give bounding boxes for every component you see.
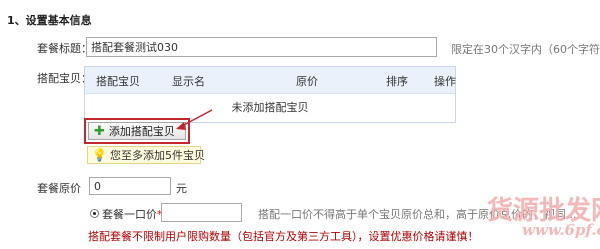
warning-text: 搭配套餐不限制用户限购数量（包括官方及第三方工具），设置优惠价格请谨慎！ bbox=[88, 230, 479, 243]
column-header-display-name: 显示名 bbox=[172, 75, 205, 88]
watermark-url: www.6pf.cn bbox=[522, 221, 600, 239]
fixed-price-label-text: 套餐一口价 bbox=[102, 208, 157, 221]
fixed-price-input[interactable] bbox=[161, 203, 242, 222]
items-table: 搭配宝贝 显示名 原价 排序 操作 未添加搭配宝贝 bbox=[84, 66, 456, 123]
items-empty-text: 未添加搭配宝贝 bbox=[231, 101, 309, 114]
column-header-price: 原价 bbox=[296, 75, 318, 88]
column-header-action: 操作 bbox=[434, 75, 456, 88]
original-price-input[interactable] bbox=[89, 177, 171, 195]
original-price-unit: 元 bbox=[176, 182, 187, 195]
add-item-button-label: 添加搭配宝贝 bbox=[108, 125, 175, 138]
add-item-button[interactable]: ✚ 添加搭配宝贝 bbox=[88, 122, 186, 140]
fixed-price-label: 套餐一口价* bbox=[102, 206, 163, 222]
items-table-header: 搭配宝贝 显示名 原价 排序 操作 bbox=[85, 67, 456, 94]
package-title-label-text: 套餐标题： bbox=[37, 42, 92, 55]
fixed-price-radio[interactable] bbox=[90, 209, 99, 218]
section-title: 1、设置基本信息 bbox=[7, 14, 92, 27]
plus-icon: ✚ bbox=[94, 123, 105, 139]
original-price-label: 套餐原价 bbox=[37, 182, 81, 195]
column-header-item: 搭配宝贝 bbox=[96, 75, 140, 88]
column-header-sort: 排序 bbox=[386, 75, 408, 88]
package-title-input[interactable] bbox=[86, 37, 437, 57]
lightbulb-icon: 💡 bbox=[92, 148, 107, 162]
tip-box: 💡 您至多添加5件宝贝 bbox=[87, 146, 205, 164]
tip-text: 您至多添加5件宝贝 bbox=[109, 149, 205, 162]
package-title-hint: 限定在30个汉字内（60个字符） bbox=[451, 43, 600, 56]
